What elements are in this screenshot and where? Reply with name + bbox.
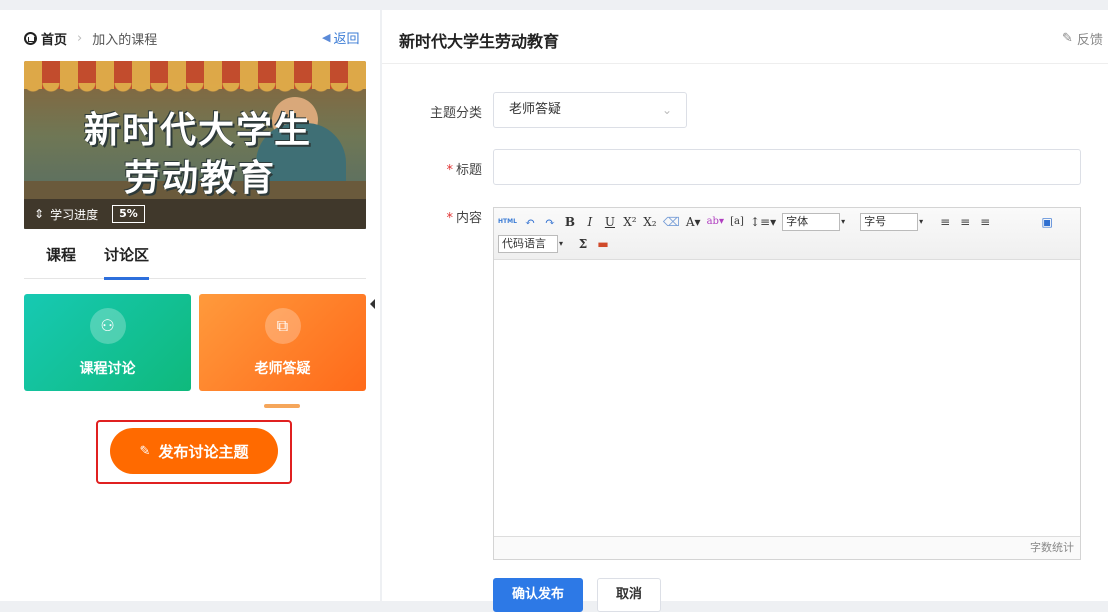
collapse-sidebar-icon[interactable]: [368, 296, 378, 312]
breadcrumb-home[interactable]: 首页: [24, 29, 67, 48]
tab-course[interactable]: 课程: [46, 240, 76, 279]
course-discussion-label: 课程讨论: [79, 361, 136, 377]
study-progress: ⇕ 学习进度 5%: [24, 199, 366, 229]
cover-title-line1: 新时代大学生: [84, 109, 313, 151]
cover-awning-decoration: [24, 61, 366, 93]
bold-icon[interactable]: B: [563, 213, 577, 231]
superscript-icon[interactable]: X²: [623, 213, 637, 231]
undo-icon[interactable]: ↶: [523, 213, 537, 231]
breadcrumb-separator: ›: [77, 30, 83, 46]
progress-label: 学习进度: [50, 207, 99, 222]
edit-icon: ✎: [1062, 31, 1073, 46]
course-discussion-card[interactable]: ⚇ 课程讨论: [24, 294, 191, 391]
back-arrow-icon: ◀: [322, 31, 331, 44]
dropdown-arrow-icon: ▾: [841, 217, 846, 226]
redo-icon[interactable]: ↷: [543, 213, 557, 231]
progress-value: 5%: [112, 205, 145, 223]
home-icon: [24, 31, 37, 45]
toolbar-row-2: 代码语言 ▾ Σ ▬: [498, 235, 610, 253]
people-icon: ⚇: [89, 308, 126, 344]
breadcrumb: 首页 › 加入的课程: [24, 28, 157, 48]
align-right-icon[interactable]: ≡: [978, 213, 992, 231]
rich-text-editor[interactable]: HTML ↶ ↷ B I U X² X₂ ⌫ A▾ ab▾ [a] ↕≡▾ 字体…: [493, 207, 1081, 560]
text-box-icon[interactable]: [a]: [730, 213, 744, 231]
editor-content-area[interactable]: [494, 260, 1080, 536]
subscript-icon[interactable]: X₂: [643, 213, 657, 231]
course-sidebar: 首页 › 加入的课程 ◀ 返回 新时代大学生 劳动教育 ⇕ 学习进度 5% 课程…: [0, 10, 380, 601]
back-link[interactable]: ◀ 返回: [322, 28, 359, 47]
underline-icon[interactable]: U: [603, 213, 617, 231]
question-board-icon: ⧉: [264, 308, 301, 344]
line-height-icon[interactable]: ↕≡▾: [750, 213, 776, 231]
font-color-icon[interactable]: A▾: [686, 213, 701, 231]
editor-toolbar: HTML ↶ ↷ B I U X² X₂ ⌫ A▾ ab▾ [a] ↕≡▾ 字体…: [494, 208, 1080, 260]
formula-icon[interactable]: Σ: [576, 235, 590, 253]
fullscreen-icon[interactable]: ▣: [1040, 213, 1054, 231]
eraser-icon[interactable]: ⌫: [663, 213, 680, 231]
align-center-icon[interactable]: ≡: [958, 213, 972, 231]
dropdown-arrow-icon: ▾: [559, 239, 564, 248]
title-label: * 标题: [446, 163, 482, 178]
highlight-color-icon[interactable]: ab▾: [707, 213, 724, 231]
content-label: * 内容: [446, 211, 482, 226]
image-icon[interactable]: ▬: [596, 235, 610, 253]
toolbar-row-1: HTML ↶ ↷ B I U X² X₂ ⌫ A▾ ab▾ [a] ↕≡▾ 字体…: [498, 213, 1054, 231]
top-bar: [0, 0, 1108, 10]
pen-icon: ✎: [139, 443, 151, 459]
category-select[interactable]: 老师答疑 ⌄: [493, 92, 687, 128]
word-count: 字数统计: [494, 536, 1080, 559]
page-title: 新时代大学生劳动教育: [399, 32, 560, 51]
align-left-icon[interactable]: ≡: [938, 213, 952, 231]
post-topic-button[interactable]: ✎ 发布讨论主题: [110, 428, 278, 474]
html-source-button[interactable]: HTML: [498, 213, 517, 231]
submit-button[interactable]: 确认发布: [493, 578, 583, 612]
tab-discussion[interactable]: 讨论区: [104, 240, 150, 280]
font-family-select[interactable]: 字体 ▾: [782, 213, 845, 231]
teacher-qa-card[interactable]: ⧉ 老师答疑: [199, 294, 366, 391]
card-indicator: [264, 404, 300, 408]
teacher-qa-label: 老师答疑: [254, 361, 311, 377]
feedback-link[interactable]: ✎ 反馈: [1062, 29, 1103, 48]
cancel-button[interactable]: 取消: [597, 578, 661, 612]
sort-arrows-icon: ⇕: [34, 207, 45, 221]
category-label: 主题分类: [429, 106, 482, 121]
breadcrumb-current[interactable]: 加入的课程: [92, 29, 157, 48]
font-size-select[interactable]: 字号 ▾: [860, 213, 923, 231]
panel-header: 新时代大学生劳动教育 ✎ 反馈: [382, 10, 1108, 64]
title-input[interactable]: [493, 149, 1081, 185]
italic-icon[interactable]: I: [583, 213, 597, 231]
code-language-select[interactable]: 代码语言 ▾: [498, 235, 563, 253]
course-tabs: 课程 讨论区: [24, 240, 366, 280]
chevron-down-icon: ⌄: [661, 103, 672, 117]
topic-form-panel: 新时代大学生劳动教育 ✎ 反馈 主题分类 老师答疑 ⌄ * 标题 * 内容 HTML…: [382, 10, 1108, 612]
cover-title-line2: 劳动教育: [124, 157, 277, 199]
dropdown-arrow-icon: ▾: [919, 217, 924, 226]
